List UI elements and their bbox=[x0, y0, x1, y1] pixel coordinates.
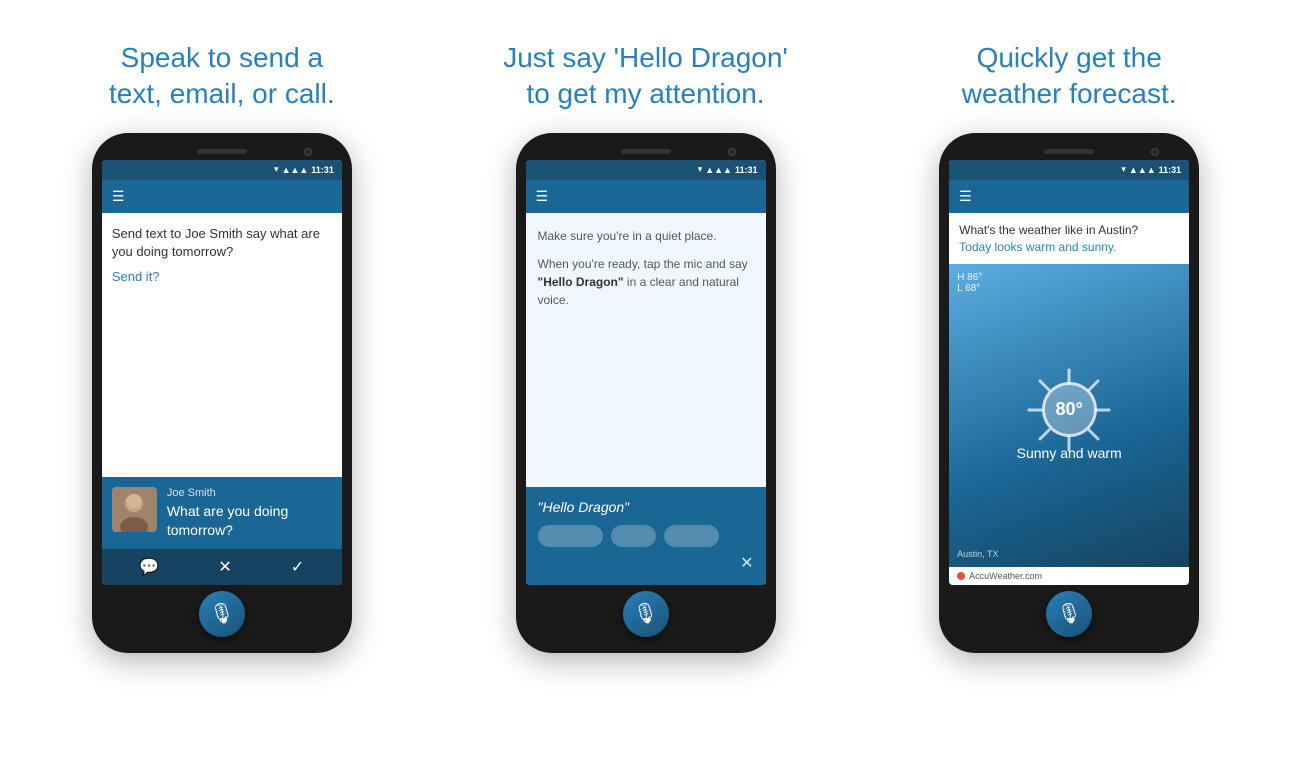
status-bar-1: ▾ ▲▲▲ 11:31 bbox=[102, 160, 342, 180]
accu-weather-bar: AccuWeather.com bbox=[949, 567, 1189, 585]
phone-3-camera bbox=[1151, 148, 1159, 156]
send-it-link[interactable]: Send it? bbox=[112, 269, 332, 284]
chat-icon[interactable]: 💬 bbox=[139, 557, 159, 577]
weather-answer: Today looks warm and sunny. bbox=[959, 240, 1179, 254]
instructions-area: Make sure you're in a quiet place. When … bbox=[526, 213, 766, 487]
wifi-icon-2: ▾ bbox=[698, 164, 703, 175]
message-text: Send text to Joe Smith say what are you … bbox=[112, 225, 332, 261]
phone-3-bottom: 🎙 bbox=[949, 585, 1189, 641]
phone-2-top bbox=[526, 145, 766, 160]
mic-button-1[interactable]: 🎙 bbox=[199, 591, 245, 637]
wifi-icon: ▾ bbox=[274, 164, 279, 175]
instruction-2-bold: "Hello Dragon" bbox=[538, 275, 624, 289]
hamburger-icon-1: ☰ bbox=[112, 188, 125, 205]
phone-1-bottom: 🎙 bbox=[102, 585, 342, 641]
message-compose: Send text to Joe Smith say what are you … bbox=[102, 213, 342, 478]
status-time-3: 11:31 bbox=[1159, 165, 1182, 175]
contact-message: What are you doing tomorrow? bbox=[167, 502, 332, 538]
wifi-icon-3: ▾ bbox=[1121, 164, 1126, 175]
mic-icon-3: 🎙 bbox=[1056, 601, 1081, 626]
signal-icon-2: ▲▲▲ bbox=[705, 165, 732, 175]
app-bar-3: ☰ bbox=[949, 180, 1189, 213]
phone-1-top bbox=[102, 145, 342, 160]
voice-bar-1 bbox=[538, 525, 603, 547]
status-time-1: 11:31 bbox=[311, 165, 334, 175]
phone-1-screen: ▾ ▲▲▲ 11:31 ☰ Send text to Joe Smith say… bbox=[102, 160, 342, 585]
signal-icon: ▲▲▲ bbox=[282, 165, 309, 175]
listening-area: "Hello Dragon" ✕ bbox=[526, 487, 766, 585]
action-bar: 💬 ✕ ✓ bbox=[102, 549, 342, 585]
screen3-content: What's the weather like in Austin? Today… bbox=[949, 213, 1189, 585]
contact-avatar bbox=[112, 487, 157, 532]
instruction-2-prefix: When you're ready, tap the mic and say bbox=[538, 257, 748, 271]
message-preview: Joe Smith What are you doing tomorrow? bbox=[102, 477, 342, 548]
screen2-content: Make sure you're in a quiet place. When … bbox=[526, 213, 766, 585]
status-icons-3: ▾ ▲▲▲ 11:31 bbox=[1121, 164, 1181, 175]
accu-dot bbox=[957, 572, 965, 580]
hamburger-icon-3: ☰ bbox=[959, 188, 972, 205]
phone-2: ▾ ▲▲▲ 11:31 ☰ Make sure you're in a quie… bbox=[516, 133, 776, 653]
phone-3-speaker bbox=[1044, 149, 1094, 154]
weather-query: What's the weather like in Austin? Today… bbox=[949, 213, 1189, 264]
screen1-content: Send text to Joe Smith say what are you … bbox=[102, 213, 342, 585]
confirm-icon[interactable]: ✓ bbox=[291, 557, 304, 577]
voice-bar-3 bbox=[664, 525, 719, 547]
voice-bar-2 bbox=[611, 525, 656, 547]
status-bar-3: ▾ ▲▲▲ 11:31 bbox=[949, 160, 1189, 180]
close-button[interactable]: ✕ bbox=[538, 553, 754, 573]
weather-location: Austin, TX bbox=[957, 549, 1181, 559]
hamburger-icon-2: ☰ bbox=[536, 188, 549, 205]
app-bar-1: ☰ bbox=[102, 180, 342, 213]
phone-2-speaker bbox=[621, 149, 671, 154]
avatar-inner bbox=[112, 487, 157, 532]
weather-high: H 86° bbox=[957, 272, 982, 283]
phone-2-camera bbox=[728, 148, 736, 156]
app-bar-2: ☰ bbox=[526, 180, 766, 213]
mic-icon-1: 🎙 bbox=[209, 601, 234, 626]
instruction-1: Make sure you're in a quiet place. bbox=[538, 227, 754, 245]
panel-3-title: Quickly get theweather forecast. bbox=[962, 40, 1177, 113]
phone-3-top bbox=[949, 145, 1189, 160]
instruction-2: When you're ready, tap the mic and say "… bbox=[538, 255, 754, 309]
weather-display: H 86° L 68° bbox=[949, 264, 1189, 567]
phone-2-bottom: 🎙 bbox=[526, 585, 766, 641]
contact-info: Joe Smith What are you doing tomorrow? bbox=[167, 487, 332, 538]
weather-low: L 68° bbox=[957, 283, 980, 294]
status-time-2: 11:31 bbox=[735, 165, 758, 175]
mic-button-3[interactable]: 🎙 bbox=[1046, 591, 1092, 637]
weather-question: What's the weather like in Austin? bbox=[959, 223, 1179, 237]
phone-3-screen: ▾ ▲▲▲ 11:31 ☰ What's the weather like in… bbox=[949, 160, 1189, 585]
mic-icon-2: 🎙 bbox=[633, 601, 658, 626]
temperature-circle: 80° bbox=[1042, 382, 1097, 437]
panel-2: Just say 'Hello Dragon'to get my attenti… bbox=[434, 20, 858, 748]
temperature-value: 80° bbox=[1056, 399, 1083, 420]
mic-button-2[interactable]: 🎙 bbox=[623, 591, 669, 637]
panel-1: Speak to send atext, email, or call. ▾ ▲… bbox=[10, 20, 434, 748]
panel-2-title: Just say 'Hello Dragon'to get my attenti… bbox=[503, 40, 788, 113]
status-bar-2: ▾ ▲▲▲ 11:31 bbox=[526, 160, 766, 180]
status-icons-2: ▾ ▲▲▲ 11:31 bbox=[698, 164, 758, 175]
phone-3: ▾ ▲▲▲ 11:31 ☰ What's the weather like in… bbox=[939, 133, 1199, 653]
sun-graphic: 80° bbox=[1042, 382, 1097, 437]
avatar-svg bbox=[112, 487, 157, 532]
signal-icon-3: ▲▲▲ bbox=[1129, 165, 1156, 175]
main-container: Speak to send atext, email, or call. ▾ ▲… bbox=[0, 0, 1291, 768]
panel-1-title: Speak to send atext, email, or call. bbox=[109, 40, 335, 113]
weather-high-low: H 86° L 68° bbox=[957, 272, 1181, 294]
sun-container: 80° Sunny and warm bbox=[957, 299, 1181, 545]
phone-speaker bbox=[197, 149, 247, 154]
hello-dragon-text: "Hello Dragon" bbox=[538, 499, 754, 515]
phone-1: ▾ ▲▲▲ 11:31 ☰ Send text to Joe Smith say… bbox=[92, 133, 352, 653]
voice-bars bbox=[538, 525, 754, 547]
contact-name: Joe Smith bbox=[167, 487, 332, 499]
panel-3: Quickly get theweather forecast. ▾ ▲▲▲ 1… bbox=[857, 20, 1281, 748]
phone-2-screen: ▾ ▲▲▲ 11:31 ☰ Make sure you're in a quie… bbox=[526, 160, 766, 585]
status-icons-1: ▾ ▲▲▲ 11:31 bbox=[274, 164, 334, 175]
phone-camera bbox=[304, 148, 312, 156]
cancel-icon[interactable]: ✕ bbox=[218, 557, 231, 577]
accu-weather-label: AccuWeather.com bbox=[969, 571, 1042, 581]
